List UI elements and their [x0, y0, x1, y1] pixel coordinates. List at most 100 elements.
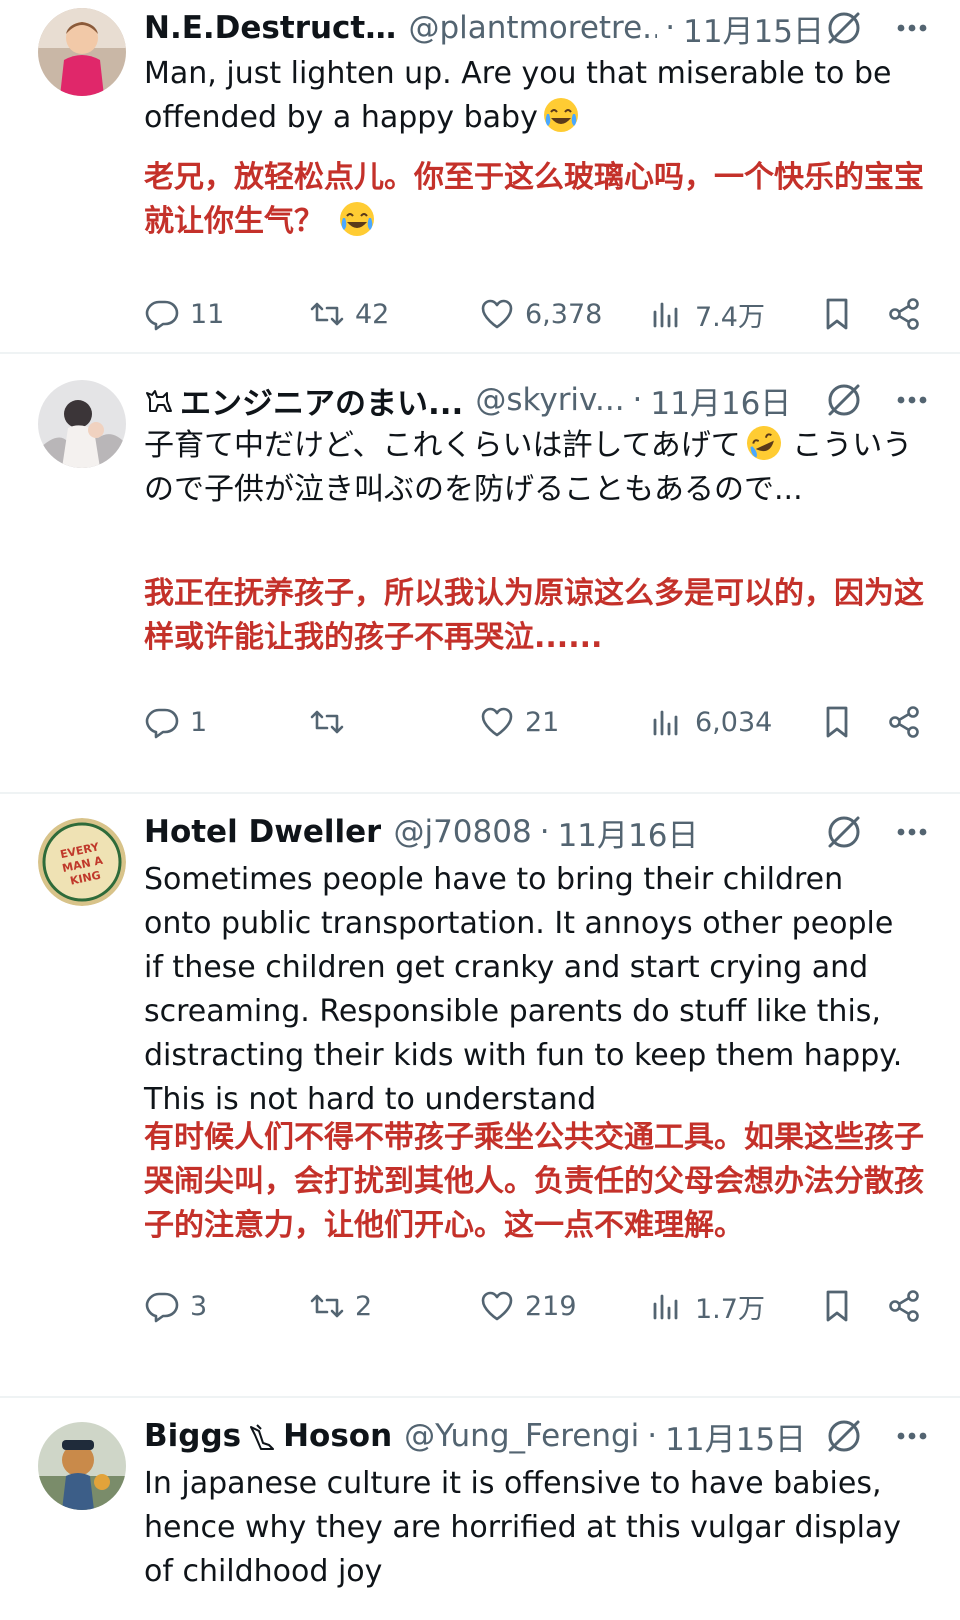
tweet[interactable]: EVERY MAN A KING Hotel Dweller @j70808 ·…	[0, 794, 960, 1394]
tweet-date[interactable]: 11月16日	[650, 378, 791, 423]
share-button[interactable]	[886, 700, 922, 744]
translation-content: 我正在抚养孩子，所以我认为原谅这么多是可以的，因为这样或许能让我的孩子不再哭泣.…	[144, 576, 924, 655]
translation-text: 我正在抚养孩子，所以我认为原谅这么多是可以的，因为这样或许能让我的孩子不再哭泣.…	[144, 572, 924, 660]
share-button[interactable]	[886, 292, 922, 336]
share-icon	[889, 1290, 919, 1322]
avatar[interactable]	[38, 380, 126, 468]
separator-dot: ·	[647, 1418, 658, 1454]
tweet-text: Sometimes people have to bring their chi…	[144, 858, 920, 1122]
share-icon	[889, 298, 919, 330]
user-handle[interactable]: @plantmoretre...	[409, 10, 658, 46]
display-name-last[interactable]: Hoson	[283, 1418, 392, 1454]
tweet[interactable]: Biggs Hoson @Yung_Ferengi · 11月15日 In ja…	[0, 1398, 960, 1620]
translation-text: 有时候人们不得不带孩子乘坐公共交通工具。如果这些孩子哭闹尖叫，会打扰到其他人。负…	[144, 1116, 924, 1248]
bookmark-icon	[826, 706, 848, 738]
heart-icon	[481, 1291, 513, 1321]
bookmark-button[interactable]	[819, 292, 855, 336]
avatar[interactable]	[38, 1422, 126, 1510]
like-count: 6,378	[525, 298, 603, 330]
reply-icon	[145, 1292, 179, 1323]
analytics-icon	[653, 302, 678, 328]
user-handle[interactable]: @Yung_Ferengi	[404, 1418, 639, 1454]
tweet[interactable]: エンジニアのまい... @skyriv... · 11月16日 子育て中だけど、…	[0, 354, 960, 766]
reply-button[interactable]: 1	[144, 700, 207, 744]
rolling-on-floor-laughing-icon	[746, 426, 781, 460]
more-options-icon[interactable]	[894, 1418, 930, 1454]
share-icon	[889, 706, 919, 738]
user-handle[interactable]: @j70808	[393, 814, 531, 850]
grok-icon[interactable]	[824, 380, 864, 420]
views-button[interactable]: 6,034	[649, 700, 772, 744]
tweet[interactable]: N.E.Destructi... @plantmoretre... · 11月1…	[0, 0, 960, 350]
tweet-text: In japanese culture it is offensive to h…	[144, 1462, 920, 1594]
tweet-text-content: In japanese culture it is offensive to h…	[144, 1466, 902, 1589]
avatar[interactable]: EVERY MAN A KING	[38, 818, 126, 906]
tweet-date[interactable]: 11月15日	[665, 1414, 806, 1459]
reply-button[interactable]: 11	[144, 292, 224, 336]
display-name[interactable]: N.E.Destructi...	[144, 10, 397, 46]
like-count: 21	[525, 706, 560, 738]
bookmark-button[interactable]	[819, 700, 855, 744]
translation-content: 有时候人们不得不带孩子乘坐公共交通工具。如果这些孩子哭闹尖叫，会打扰到其他人。负…	[144, 1120, 924, 1243]
views-button[interactable]: 1.7万	[649, 1284, 765, 1328]
user-handle[interactable]: @skyriv...	[475, 382, 624, 418]
retweet-icon	[310, 1294, 344, 1318]
tweet-text-part1: 子育て中だけど、これくらいは許してあげて	[144, 428, 741, 463]
retweet-button[interactable]	[309, 700, 355, 744]
bookmark-icon	[826, 1290, 848, 1322]
dog-icon	[146, 390, 172, 412]
separator-dot: ·	[665, 10, 676, 46]
view-count: 6,034	[695, 706, 773, 738]
face-with-tears-of-joy-icon	[543, 98, 578, 132]
reply-icon	[145, 708, 179, 739]
action-bar: 1 21 6,034	[144, 700, 924, 744]
bookmark-button[interactable]	[819, 1284, 855, 1328]
action-bar: 3 2 219 1.7万	[144, 1284, 924, 1328]
heart-icon	[481, 299, 513, 329]
grok-icon[interactable]	[824, 8, 864, 48]
tweet-date[interactable]: 11月16日	[558, 810, 699, 855]
retweet-count: 2	[355, 1290, 373, 1322]
retweet-icon	[310, 302, 344, 326]
bookmark-icon	[826, 298, 848, 330]
share-button[interactable]	[886, 1284, 922, 1328]
views-button[interactable]: 7.4万	[649, 292, 765, 336]
more-options-icon[interactable]	[894, 814, 930, 850]
like-count: 219	[525, 1290, 577, 1322]
grok-icon[interactable]	[824, 1416, 864, 1456]
like-button[interactable]: 21	[479, 700, 559, 744]
reply-icon	[145, 300, 179, 331]
reply-count: 11	[190, 298, 225, 330]
display-name-first[interactable]: Biggs	[144, 1418, 241, 1454]
tweet-text-content: Sometimes people have to bring their chi…	[144, 862, 903, 1117]
retweet-count: 42	[355, 298, 390, 330]
tweet-text: 子育て中だけど、これくらいは許してあげて こういうので子供が泣き叫ぶのを防げるこ…	[144, 424, 920, 512]
retweet-button[interactable]: 2	[309, 1284, 372, 1328]
translation-content: 老兄，放轻松点儿。你至于这么玻璃心吗，一个快乐的宝宝就让你生气？	[144, 160, 924, 239]
action-bar: 11 42 6,378 7.4万	[144, 292, 924, 336]
display-name[interactable]: エンジニアのまい...	[180, 378, 463, 423]
more-options-icon[interactable]	[894, 10, 930, 46]
view-count: 7.4万	[695, 301, 765, 333]
retweet-button[interactable]: 42	[309, 292, 389, 336]
reply-count: 3	[190, 1290, 208, 1322]
retweet-icon	[310, 710, 344, 734]
like-button[interactable]: 6,378	[479, 292, 602, 336]
face-with-tears-of-joy-icon	[340, 202, 374, 236]
avatar[interactable]	[38, 8, 126, 96]
separator-dot: ·	[539, 814, 550, 850]
more-options-icon[interactable]	[894, 382, 930, 418]
view-count: 1.7万	[695, 1293, 765, 1325]
like-button[interactable]: 219	[479, 1284, 577, 1328]
grok-icon[interactable]	[824, 812, 864, 852]
tweet-date[interactable]: 11月15日	[683, 6, 824, 51]
reply-button[interactable]: 3	[144, 1284, 207, 1328]
bird-icon	[250, 1424, 275, 1450]
tweet-text-content: Man, just lighten up. Are you that miser…	[144, 56, 892, 135]
heart-icon	[481, 707, 513, 737]
analytics-icon	[653, 1294, 678, 1320]
display-name[interactable]: Hotel Dweller	[144, 814, 381, 850]
translation-text: 老兄，放轻松点儿。你至于这么玻璃心吗，一个快乐的宝宝就让你生气？	[144, 156, 924, 244]
tweet-text: Man, just lighten up. Are you that miser…	[144, 52, 920, 140]
analytics-icon	[653, 710, 678, 736]
